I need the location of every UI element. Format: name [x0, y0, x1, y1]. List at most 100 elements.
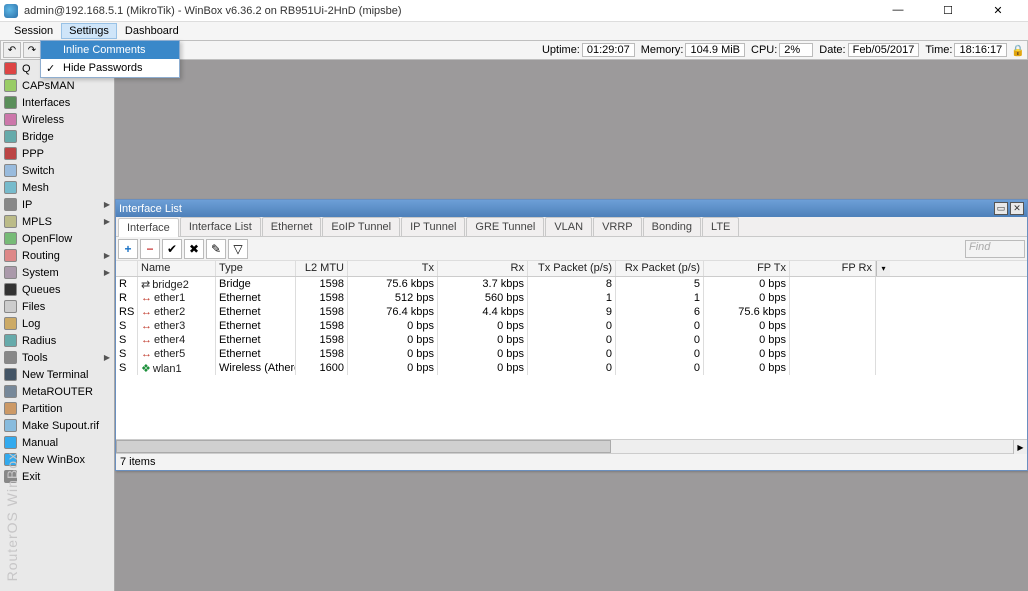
sidebar-item-files[interactable]: Files — [0, 298, 114, 315]
interface-name: ether2 — [154, 306, 185, 318]
cell: 0 bps — [348, 347, 438, 361]
cell: 0 bps — [704, 347, 790, 361]
sidebar-item-ip[interactable]: IP▶ — [0, 196, 114, 213]
column-header[interactable]: FP Tx — [704, 261, 790, 276]
table-row[interactable]: S↔ether3Ethernet15980 bps0 bps000 bps — [116, 319, 1027, 333]
sidebar-item-ppp[interactable]: PPP — [0, 145, 114, 162]
memory-value: 104.9 MiB — [685, 43, 745, 57]
submenu-arrow-icon: ▶ — [104, 217, 110, 226]
cell: S — [116, 347, 138, 361]
menu-item-hide-passwords[interactable]: ✓ Hide Passwords — [41, 59, 179, 77]
sidebar-item-metarouter[interactable]: MetaROUTER — [0, 383, 114, 400]
column-header[interactable] — [116, 261, 138, 276]
tab-interface-list[interactable]: Interface List — [180, 217, 261, 236]
sidebar-icon — [4, 402, 17, 415]
tab-ethernet[interactable]: Ethernet — [262, 217, 322, 236]
tab-lte[interactable]: LTE — [702, 217, 739, 236]
close-button[interactable]: ✕ — [980, 4, 1016, 17]
memory-label: Memory: — [641, 44, 684, 56]
column-header[interactable]: Rx — [438, 261, 528, 276]
table-row[interactable]: S↔ether5Ethernet15980 bps0 bps000 bps — [116, 347, 1027, 361]
remove-button[interactable]: − — [140, 239, 160, 259]
table-row[interactable]: S❖wlan1Wireless (Atheros AR9...16000 bps… — [116, 361, 1027, 375]
tab-gre-tunnel[interactable]: GRE Tunnel — [466, 217, 544, 236]
find-input[interactable]: Find — [965, 240, 1025, 258]
add-button[interactable]: + — [118, 239, 138, 259]
column-header[interactable]: FP Rx — [790, 261, 876, 276]
redo-button[interactable]: ↷ — [23, 42, 41, 58]
tab-vrrp[interactable]: VRRP — [593, 217, 642, 236]
sidebar-item-capsman[interactable]: CAPsMAN — [0, 77, 114, 94]
table-row[interactable]: R↔ether1Ethernet1598512 bps560 bps110 bp… — [116, 291, 1027, 305]
sidebar-item-mesh[interactable]: Mesh — [0, 179, 114, 196]
menu-item-label: Hide Passwords — [63, 62, 142, 74]
tab-vlan[interactable]: VLAN — [545, 217, 592, 236]
cell: 0 bps — [704, 277, 790, 291]
sidebar-item-wireless[interactable]: Wireless — [0, 111, 114, 128]
sidebar-item-interfaces[interactable]: Interfaces — [0, 94, 114, 111]
sidebar-item-log[interactable]: Log — [0, 315, 114, 332]
table-row[interactable]: RS↔ether2Ethernet159876.4 kbps4.4 kbps96… — [116, 305, 1027, 319]
sidebar-item-system[interactable]: System▶ — [0, 264, 114, 281]
enable-button[interactable]: ✔ — [162, 239, 182, 259]
sidebar-label: PPP — [22, 148, 44, 160]
menu-session[interactable]: Session — [6, 23, 61, 39]
sidebar-item-new-terminal[interactable]: New Terminal — [0, 366, 114, 383]
tab-ip-tunnel[interactable]: IP Tunnel — [401, 217, 465, 236]
tab-eoip-tunnel[interactable]: EoIP Tunnel — [322, 217, 400, 236]
submenu-arrow-icon: ▶ — [104, 251, 110, 260]
tab-interface[interactable]: Interface — [118, 218, 179, 237]
scrollbar-thumb[interactable] — [116, 440, 611, 453]
column-header[interactable]: L2 MTU — [296, 261, 348, 276]
table-row[interactable]: S↔ether4Ethernet15980 bps0 bps000 bps — [116, 333, 1027, 347]
sidebar-item-tools[interactable]: Tools▶ — [0, 349, 114, 366]
scroll-right-arrow-icon[interactable]: ▶ — [1013, 440, 1027, 454]
sidebar-item-queues[interactable]: Queues — [0, 281, 114, 298]
menu-item-inline-comments[interactable]: Inline Comments — [41, 41, 179, 59]
maximize-button[interactable]: ☐ — [930, 4, 966, 17]
tab-bonding[interactable]: Bonding — [643, 217, 701, 236]
cell: 1598 — [296, 319, 348, 333]
window-titlebar[interactable]: Interface List ▭ ✕ — [116, 200, 1027, 217]
cell — [790, 305, 876, 319]
cell: 3.7 kbps — [438, 277, 528, 291]
menu-dashboard[interactable]: Dashboard — [117, 23, 187, 39]
column-header[interactable]: Name — [138, 261, 216, 276]
window-toolbar: + − ✔ ✖ ✎ ▽ Find — [116, 237, 1027, 261]
table-row[interactable]: R⇄bridge2Bridge159875.6 kbps3.7 kbps850 … — [116, 277, 1027, 291]
column-menu-button[interactable]: ▾ — [876, 261, 890, 276]
window-close-button[interactable]: ✕ — [1010, 202, 1024, 215]
sidebar-icon — [4, 130, 17, 143]
disable-button[interactable]: ✖ — [184, 239, 204, 259]
cell — [790, 277, 876, 291]
sidebar-item-routing[interactable]: Routing▶ — [0, 247, 114, 264]
window-minimize-button[interactable]: ▭ — [994, 202, 1008, 215]
sidebar-item-make-supout-rif[interactable]: Make Supout.rif — [0, 417, 114, 434]
cell — [790, 319, 876, 333]
sidebar-item-openflow[interactable]: OpenFlow — [0, 230, 114, 247]
sidebar-label: Partition — [22, 403, 62, 415]
comment-button[interactable]: ✎ — [206, 239, 226, 259]
undo-button[interactable]: ↶ — [3, 42, 21, 58]
horizontal-scrollbar[interactable]: ▶ — [116, 439, 1027, 453]
cell: 9 — [528, 305, 616, 319]
cell: ↔ether2 — [138, 305, 216, 319]
cell: 560 bps — [438, 291, 528, 305]
cell: 76.4 kbps — [348, 305, 438, 319]
sidebar-label: OpenFlow — [22, 233, 72, 245]
filter-button[interactable]: ▽ — [228, 239, 248, 259]
sidebar-item-bridge[interactable]: Bridge — [0, 128, 114, 145]
column-header[interactable]: Tx Packet (p/s) — [528, 261, 616, 276]
column-header[interactable]: Type — [216, 261, 296, 276]
sidebar-label: IP — [22, 199, 32, 211]
sidebar-item-switch[interactable]: Switch — [0, 162, 114, 179]
menu-settings[interactable]: Settings — [61, 23, 117, 39]
sidebar-item-mpls[interactable]: MPLS▶ — [0, 213, 114, 230]
column-header[interactable]: Rx Packet (p/s) — [616, 261, 704, 276]
sidebar-label: MetaROUTER — [22, 386, 93, 398]
sidebar-item-partition[interactable]: Partition — [0, 400, 114, 417]
minimize-button[interactable]: — — [880, 4, 916, 17]
sidebar-label: Make Supout.rif — [22, 420, 99, 432]
column-header[interactable]: Tx — [348, 261, 438, 276]
sidebar-item-radius[interactable]: Radius — [0, 332, 114, 349]
